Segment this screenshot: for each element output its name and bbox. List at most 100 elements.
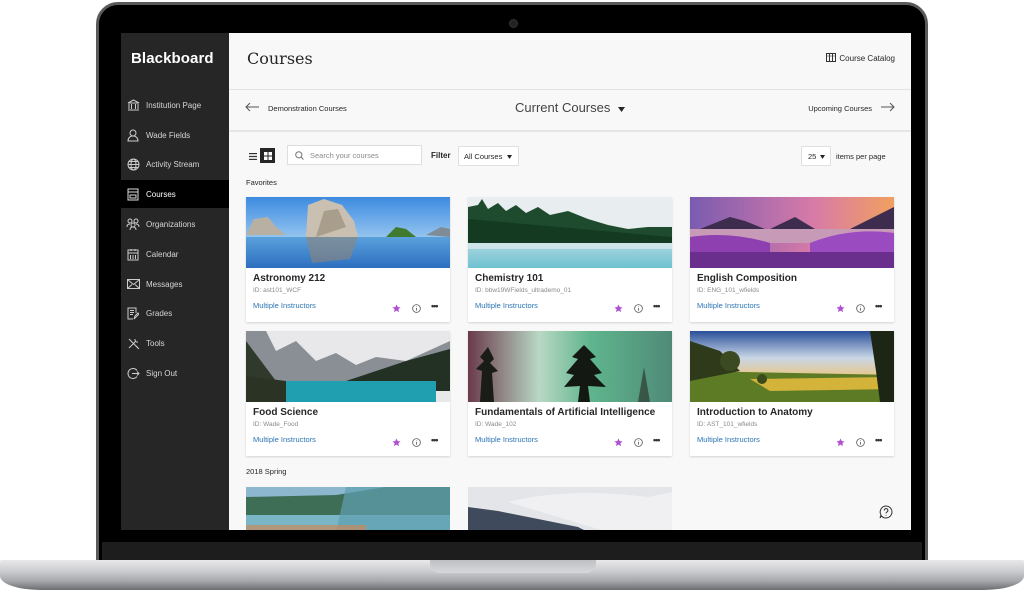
course-id: ID: Wade_102: [475, 421, 517, 428]
favorite-star-icon[interactable]: [392, 300, 401, 318]
sidebar-item-label: Activity Stream: [146, 159, 200, 169]
next-term-link[interactable]: Upcoming Courses: [808, 102, 895, 114]
sidebar-item-courses[interactable]: Courses: [121, 180, 229, 208]
course-image[interactable]: [468, 197, 672, 268]
favorite-star-icon[interactable]: [836, 434, 845, 452]
calendar-icon: [126, 247, 140, 261]
sidebar-item-label: Calendar: [146, 249, 179, 259]
course-image[interactable]: [690, 331, 894, 402]
info-icon[interactable]: [856, 434, 865, 452]
course-term-nav: Demonstration Courses Current Courses Up…: [229, 90, 911, 132]
info-icon[interactable]: [634, 434, 643, 452]
envelope-icon: [126, 277, 140, 291]
screen: Blackboard Institution Page Wade Fields …: [121, 33, 911, 530]
sidebar-item-messages[interactable]: Messages: [121, 270, 229, 298]
sidebar-item-label: Wade Fields: [146, 130, 191, 140]
spring-2018-heading: 2018 Spring: [246, 467, 287, 476]
sidebar: Blackboard Institution Page Wade Fields …: [121, 33, 229, 530]
sidebar-item-sign-out[interactable]: Sign Out: [121, 359, 229, 387]
filter-dropdown[interactable]: All Courses: [458, 146, 519, 166]
instructors-link[interactable]: Multiple Instructors: [253, 435, 316, 444]
course-catalog-link[interactable]: Course Catalog: [826, 53, 895, 64]
sidebar-item-label: Grades: [146, 308, 173, 318]
sidebar-item-grades[interactable]: Grades: [121, 299, 229, 327]
course-card[interactable]: Chemistry 101 ID: bbw19WFields_ultrademo…: [468, 197, 672, 322]
course-card-partial[interactable]: [246, 487, 450, 530]
course-card[interactable]: Fundamentals of Artificial Intelligence …: [468, 331, 672, 456]
more-options-icon[interactable]: •••: [431, 435, 439, 445]
course-card[interactable]: Introduction to Anatomy ID: AST_101_wfie…: [690, 331, 894, 456]
globe-icon: [126, 157, 140, 171]
courses-icon: [126, 187, 140, 201]
search-courses-input[interactable]: Search your courses: [287, 145, 422, 165]
grid-icon: [263, 147, 272, 165]
course-title[interactable]: Astronomy 212: [253, 273, 325, 284]
tools-icon: [126, 336, 140, 350]
sidebar-item-label: Tools: [146, 338, 165, 348]
current-term-dropdown[interactable]: Current Courses: [515, 100, 626, 115]
course-image[interactable]: [690, 197, 894, 268]
course-image[interactable]: [246, 197, 450, 268]
sidebar-item-activity-stream[interactable]: Activity Stream: [121, 150, 229, 178]
more-options-icon[interactable]: •••: [431, 301, 439, 311]
instructors-link[interactable]: Multiple Instructors: [697, 435, 760, 444]
sidebar-item-label: Courses: [146, 189, 176, 199]
instructors-link[interactable]: Multiple Instructors: [253, 301, 316, 310]
course-card[interactable]: Astronomy 212 ID: ast101_WCF Multiple In…: [246, 197, 450, 322]
laptop-notch: [430, 560, 596, 573]
sidebar-item-label: Sign Out: [146, 368, 178, 378]
items-per-page-dropdown[interactable]: 25: [801, 146, 831, 166]
instructors-link[interactable]: Multiple Instructors: [697, 301, 760, 310]
course-toolbar: Search your courses Filter All Courses 2…: [229, 143, 911, 169]
sidebar-item-label: Institution Page: [146, 100, 202, 110]
info-icon[interactable]: [412, 434, 421, 452]
course-image[interactable]: [246, 487, 450, 530]
bezel-bottom: [102, 542, 922, 562]
more-options-icon[interactable]: •••: [653, 301, 661, 311]
grades-icon: [126, 306, 140, 320]
sidebar-item-calendar[interactable]: Calendar: [121, 240, 229, 268]
course-image[interactable]: [468, 331, 672, 402]
course-image[interactable]: [468, 487, 672, 530]
previous-term-link[interactable]: Demonstration Courses: [245, 102, 347, 114]
info-icon[interactable]: [634, 300, 643, 318]
favorite-star-icon[interactable]: [614, 434, 623, 452]
more-options-icon[interactable]: •••: [653, 435, 661, 445]
course-card-partial[interactable]: [468, 487, 672, 530]
course-card[interactable]: English Composition ID: ENG_101_wfields …: [690, 197, 894, 322]
sidebar-item-institution-page[interactable]: Institution Page: [121, 91, 229, 119]
info-icon[interactable]: [412, 300, 421, 318]
grid-view-button[interactable]: [260, 148, 275, 163]
list-view-button[interactable]: [246, 149, 259, 162]
main-content: Courses Course Catalog Demonstration Cou…: [229, 33, 911, 530]
favorite-star-icon[interactable]: [392, 434, 401, 452]
caret-down-icon: [618, 100, 626, 115]
course-title[interactable]: English Composition: [697, 273, 797, 284]
search-placeholder: Search your courses: [310, 150, 379, 160]
search-icon: [295, 150, 304, 160]
course-title[interactable]: Introduction to Anatomy: [697, 407, 813, 418]
course-id: ID: ast101_WCF: [253, 287, 302, 294]
sidebar-item-organizations[interactable]: Organizations: [121, 210, 229, 238]
course-title[interactable]: Chemistry 101: [475, 273, 543, 284]
instructors-link[interactable]: Multiple Instructors: [475, 301, 538, 310]
page-title: Courses: [247, 49, 313, 68]
course-title[interactable]: Food Science: [253, 407, 318, 418]
course-card[interactable]: Food Science ID: Wade_Food Multiple Inst…: [246, 331, 450, 456]
more-options-icon[interactable]: •••: [875, 301, 883, 311]
caret-down-icon: [820, 152, 826, 161]
sidebar-item-tools[interactable]: Tools: [121, 329, 229, 357]
organizations-icon: [126, 217, 140, 231]
blackboard-logo[interactable]: Blackboard: [131, 50, 214, 67]
course-title[interactable]: Fundamentals of Artificial Intelligence: [475, 407, 655, 418]
help-button[interactable]: [879, 505, 893, 524]
list-icon: [248, 147, 257, 165]
camera-icon: [509, 19, 518, 28]
instructors-link[interactable]: Multiple Instructors: [475, 435, 538, 444]
course-image[interactable]: [246, 331, 450, 402]
info-icon[interactable]: [856, 300, 865, 318]
favorite-star-icon[interactable]: [614, 300, 623, 318]
sidebar-item-wade-fields[interactable]: Wade Fields: [121, 121, 229, 149]
more-options-icon[interactable]: •••: [875, 435, 883, 445]
favorite-star-icon[interactable]: [836, 300, 845, 318]
